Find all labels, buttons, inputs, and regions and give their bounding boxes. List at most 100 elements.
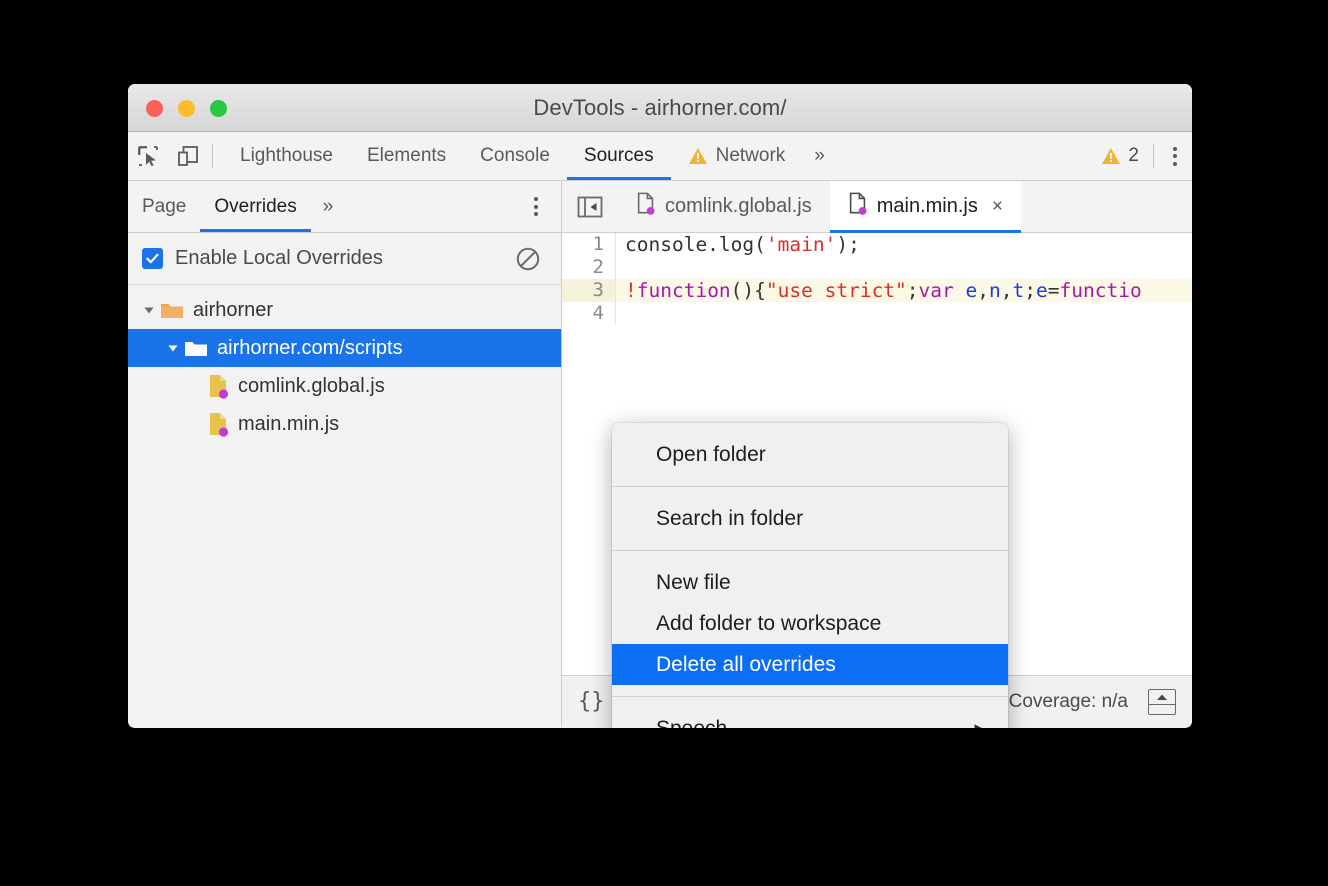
navigator-pane: Page Overrides » En [128, 181, 562, 727]
code-token [954, 279, 966, 302]
menu-item-new-file[interactable]: New file [612, 562, 1008, 603]
overrides-file-tree: airhorner airhorner.com/scripts [128, 285, 561, 727]
show-drawer-icon [1149, 690, 1175, 705]
clear-overrides-icon[interactable] [515, 246, 541, 272]
menu-item-speech[interactable]: Speech ▶ [612, 708, 1008, 728]
code-token: , [1001, 279, 1013, 302]
pretty-print-button[interactable]: {} [578, 689, 605, 714]
js-file-override-icon [636, 192, 656, 221]
code-token: (){ [731, 279, 766, 302]
line-number: 4 [562, 302, 616, 325]
show-drawer-button[interactable] [1148, 689, 1176, 715]
expand-twisty-icon[interactable] [138, 304, 160, 316]
menu-item-open-folder[interactable]: Open folder [612, 434, 1008, 475]
code-token: console.log( [625, 233, 766, 256]
kebab-dot [1173, 154, 1177, 158]
kebab-dot [534, 197, 538, 201]
editor-tab-label: comlink.global.js [665, 195, 812, 218]
js-file-override-icon [208, 374, 229, 399]
coverage-label: Coverage: n/a [1009, 691, 1128, 713]
tree-row-label: airhorner [193, 299, 273, 322]
inspect-element-icon [136, 144, 160, 168]
navigator-more-button[interactable]: » [311, 196, 346, 218]
editor-tab-strip: comlink.global.js main.min.js × [562, 181, 1192, 233]
tree-row-label: main.min.js [238, 413, 339, 436]
tab-network[interactable]: Network [671, 132, 803, 180]
warning-triangle-icon [1101, 146, 1121, 166]
context-menu-group: New file Add folder to workspace Delete … [612, 557, 1008, 690]
code-token: ); [836, 233, 859, 256]
navigator-menu-button[interactable] [519, 187, 553, 227]
nav-tab-page[interactable]: Page [128, 181, 200, 232]
code-token: ! [625, 279, 637, 302]
context-menu-group: Speech ▶ [612, 703, 1008, 728]
code-token: var [919, 279, 954, 302]
more-panels-button[interactable]: » [802, 145, 837, 167]
editor-tab-comlink-global-js[interactable]: comlink.global.js [618, 181, 830, 232]
device-toolbar-icon [176, 144, 200, 168]
code-line-content: !function(){"use strict";var e,n,t;e=fun… [616, 279, 1142, 302]
tab-label: Network [716, 145, 786, 167]
tree-row-label: comlink.global.js [238, 375, 385, 398]
context-menu-separator [612, 696, 1008, 697]
tab-sources[interactable]: Sources [567, 132, 671, 180]
code-token: = [1048, 279, 1060, 302]
devtools-window: DevTools - airhorner.com/ Lighthouse Ele… [128, 84, 1192, 728]
kebab-dot [1173, 162, 1177, 166]
nav-tab-overrides[interactable]: Overrides [200, 181, 310, 232]
editor-tab-main-min-js[interactable]: main.min.js × [830, 181, 1021, 232]
context-menu-group: Open folder [612, 429, 1008, 480]
collapse-sidebar-icon [577, 195, 603, 219]
enable-local-overrides-checkbox[interactable] [142, 248, 163, 269]
tab-label: Console [480, 145, 550, 167]
warning-count-badge[interactable]: 2 [1101, 145, 1149, 167]
code-token: ; [1024, 279, 1036, 302]
line-number: 1 [562, 233, 616, 256]
js-file-override-icon [208, 412, 229, 437]
code-token: ; [907, 279, 919, 302]
code-line: 4 [562, 302, 1192, 325]
devtools-settings-button[interactable] [1158, 136, 1192, 176]
inspect-element-button[interactable] [128, 136, 168, 176]
tree-row-airhorner-com-scripts[interactable]: airhorner.com/scripts [128, 329, 561, 367]
navigator-toolbar: Page Overrides » [128, 181, 561, 233]
code-line: 3 !function(){"use strict";var e,n,t;e=f… [562, 279, 1192, 302]
nav-tab-label: Page [142, 196, 186, 218]
code-token: n [989, 279, 1001, 302]
code-token: "use strict" [766, 279, 907, 302]
tree-row-comlink-global-js[interactable]: comlink.global.js [128, 367, 561, 405]
tree-row-main-min-js[interactable]: main.min.js [128, 405, 561, 443]
drawer-btn-bottom [1149, 705, 1175, 714]
code-token: e [1036, 279, 1048, 302]
warning-triangle-icon [688, 146, 708, 166]
code-token: function [637, 279, 731, 302]
tab-lighthouse[interactable]: Lighthouse [223, 132, 350, 180]
expand-twisty-icon[interactable] [162, 342, 184, 354]
menu-item-add-folder-to-workspace[interactable]: Add folder to workspace [612, 603, 1008, 644]
enable-local-overrides-label[interactable]: Enable Local Overrides [175, 247, 383, 270]
line-number: 3 [562, 279, 616, 302]
nav-tab-label: Overrides [214, 196, 296, 218]
folder-orange-icon [160, 301, 184, 320]
menu-item-delete-all-overrides[interactable]: Delete all overrides [612, 644, 1008, 685]
collapse-sidebar-button[interactable] [562, 181, 618, 232]
tab-console[interactable]: Console [463, 132, 567, 180]
menu-item-label: Search in folder [656, 507, 803, 531]
menu-item-label: Speech [656, 717, 727, 729]
tab-label: Lighthouse [240, 145, 333, 167]
menu-item-label: Add folder to workspace [656, 612, 881, 636]
menu-item-search-in-folder[interactable]: Search in folder [612, 498, 1008, 539]
menu-item-label: Open folder [656, 443, 766, 467]
editor-tab-close-button[interactable]: × [992, 196, 1003, 218]
tree-row-label: airhorner.com/scripts [217, 337, 403, 360]
warning-count-value: 2 [1128, 145, 1139, 167]
context-menu-group: Search in folder [612, 493, 1008, 544]
tree-row-airhorner[interactable]: airhorner [128, 291, 561, 329]
device-toolbar-button[interactable] [168, 136, 208, 176]
devtools-main-toolbar: Lighthouse Elements Console Sources Netw… [128, 132, 1192, 181]
window-title: DevTools - airhorner.com/ [128, 95, 1192, 121]
context-menu-separator [612, 486, 1008, 487]
menu-item-label: Delete all overrides [656, 653, 836, 677]
folder-white-icon [184, 339, 208, 358]
tab-elements[interactable]: Elements [350, 132, 463, 180]
